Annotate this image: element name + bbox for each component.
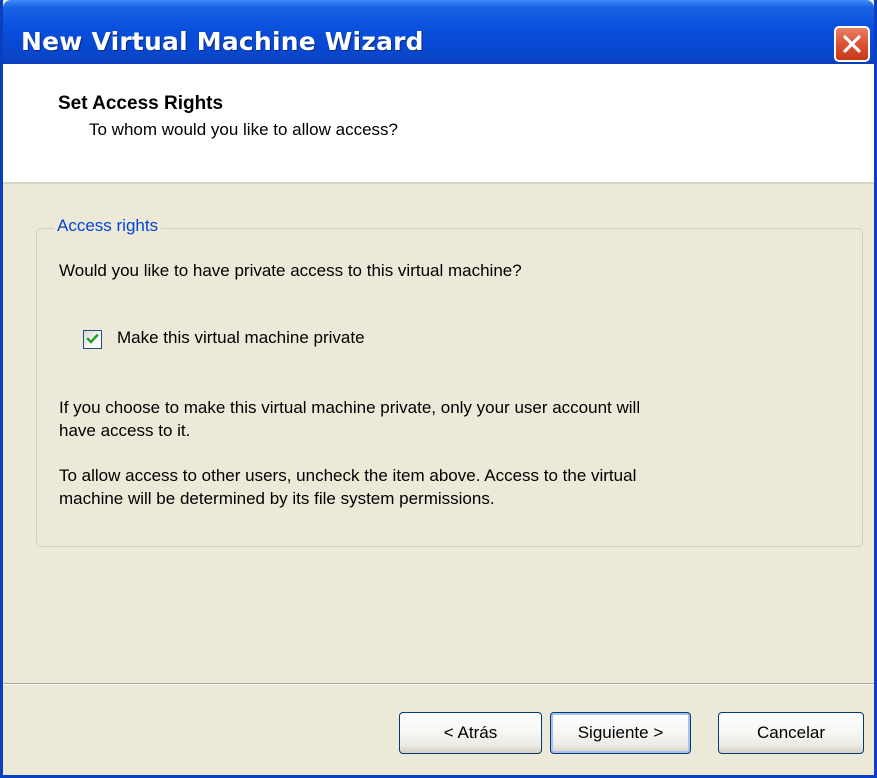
wizard-window: New Virtual Machine Wizard Set Access Ri…	[0, 0, 877, 778]
close-icon	[843, 35, 861, 53]
footer-separator	[3, 683, 874, 685]
title-bar[interactable]: New Virtual Machine Wizard	[3, 0, 874, 64]
private-info-line-2: have access to it.	[59, 421, 191, 440]
header-panel: Set Access Rights To whom would you like…	[3, 64, 874, 184]
next-button[interactable]: Siguiente >	[550, 712, 691, 754]
uncheck-info-line-2: machine will be determined by its file s…	[59, 489, 495, 508]
cancel-button[interactable]: Cancelar	[718, 712, 864, 754]
page-subtitle: To whom would you like to allow access?	[89, 120, 398, 139]
uncheck-info-line-1: To allow access to other users, uncheck …	[59, 466, 637, 485]
private-checkbox[interactable]	[83, 330, 102, 349]
private-info-line-1: If you choose to make this virtual machi…	[59, 398, 641, 417]
access-rights-legend: Access rights	[54, 216, 162, 236]
window-title: New Virtual Machine Wizard	[21, 27, 424, 56]
access-question: Would you like to have private access to…	[59, 261, 522, 280]
page-title: Set Access Rights	[58, 93, 224, 114]
back-button[interactable]: < Atrás	[399, 712, 542, 754]
checkmark-icon	[86, 333, 99, 344]
private-checkbox-label[interactable]: Make this virtual machine private	[117, 328, 365, 348]
close-button[interactable]	[834, 26, 870, 62]
